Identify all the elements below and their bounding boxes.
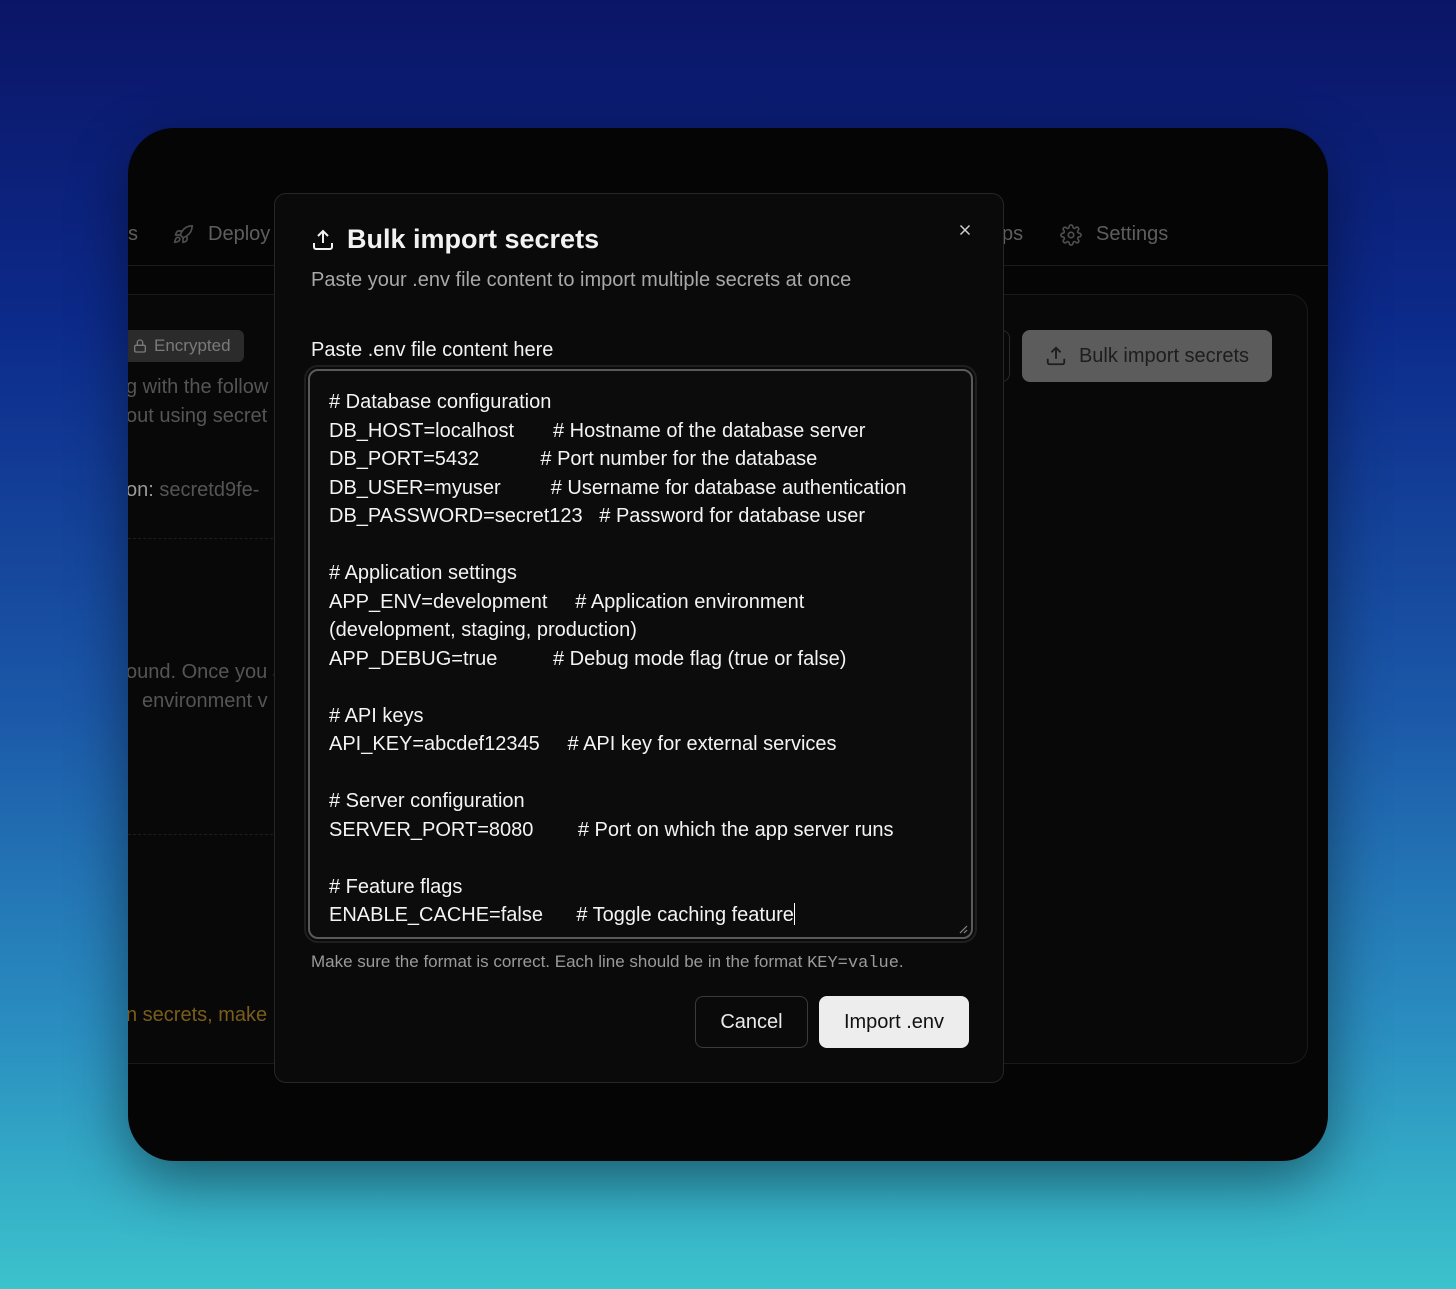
env-content-text: # Database configuration DB_HOST=localho… <box>329 391 907 926</box>
dialog-title-text: Bulk import secrets <box>347 224 600 254</box>
divider <box>128 834 278 835</box>
import-env-button[interactable]: Import .env <box>819 996 969 1048</box>
description-line: g with the follow <box>128 376 269 398</box>
lock-icon <box>134 339 146 353</box>
help-suffix: . <box>898 952 904 971</box>
nav-item-label: Deploy <box>208 223 271 245</box>
nav-item-deploy[interactable]: Deploy <box>172 223 270 246</box>
secret-name-row: on: secretd9fe- <box>128 479 259 502</box>
nav-item-label: s <box>128 223 138 245</box>
warning-text: n secrets, make <box>128 1004 268 1026</box>
env-field-label: Paste .env file content here <box>311 339 554 361</box>
nav-item-label: Settings <box>1096 223 1169 245</box>
close-button[interactable] <box>951 216 979 244</box>
upload-icon <box>313 229 333 250</box>
bulk-import-dialog: Bulk import secrets Paste your .env file… <box>274 193 1004 1083</box>
dialog-subtitle: Paste your .env file content to import m… <box>311 269 852 291</box>
nav-item-settings[interactable]: Settings <box>1060 223 1168 246</box>
cancel-button[interactable]: Cancel <box>695 996 808 1048</box>
format-help-text: Make sure the format is correct. Each li… <box>311 952 904 973</box>
upload-icon <box>1046 346 1066 366</box>
nav-item-partial[interactable]: s <box>128 223 138 246</box>
help-code: KEY=value <box>807 954 899 973</box>
dialog-title: Bulk import secrets <box>311 224 599 255</box>
bulk-import-button[interactable]: Bulk import secrets <box>1022 330 1272 382</box>
badge-label: Encrypted <box>154 336 231 355</box>
empty-state-line: ound. Once you a <box>128 661 284 683</box>
bulk-import-label: Bulk import secrets <box>1078 344 1250 367</box>
secret-name-value: secretd9fe- <box>159 479 260 501</box>
nav-item-label: ps <box>1002 223 1024 245</box>
resize-handle-icon[interactable] <box>958 924 968 934</box>
close-icon <box>959 224 971 236</box>
encrypted-badge: Encrypted <box>128 330 244 362</box>
empty-state-line: environment v <box>142 690 268 712</box>
divider <box>128 538 278 539</box>
text-caret <box>793 903 795 925</box>
secret-name-label: on: <box>128 479 154 501</box>
help-prefix: Make sure the format is correct. Each li… <box>311 952 808 971</box>
gear-icon <box>1060 223 1082 246</box>
nav-item-partial-right[interactable]: ps <box>1002 223 1023 246</box>
env-content-textarea[interactable]: # Database configuration DB_HOST=localho… <box>304 365 977 943</box>
rocket-icon <box>173 224 193 243</box>
description-line: out using secret <box>128 405 268 427</box>
